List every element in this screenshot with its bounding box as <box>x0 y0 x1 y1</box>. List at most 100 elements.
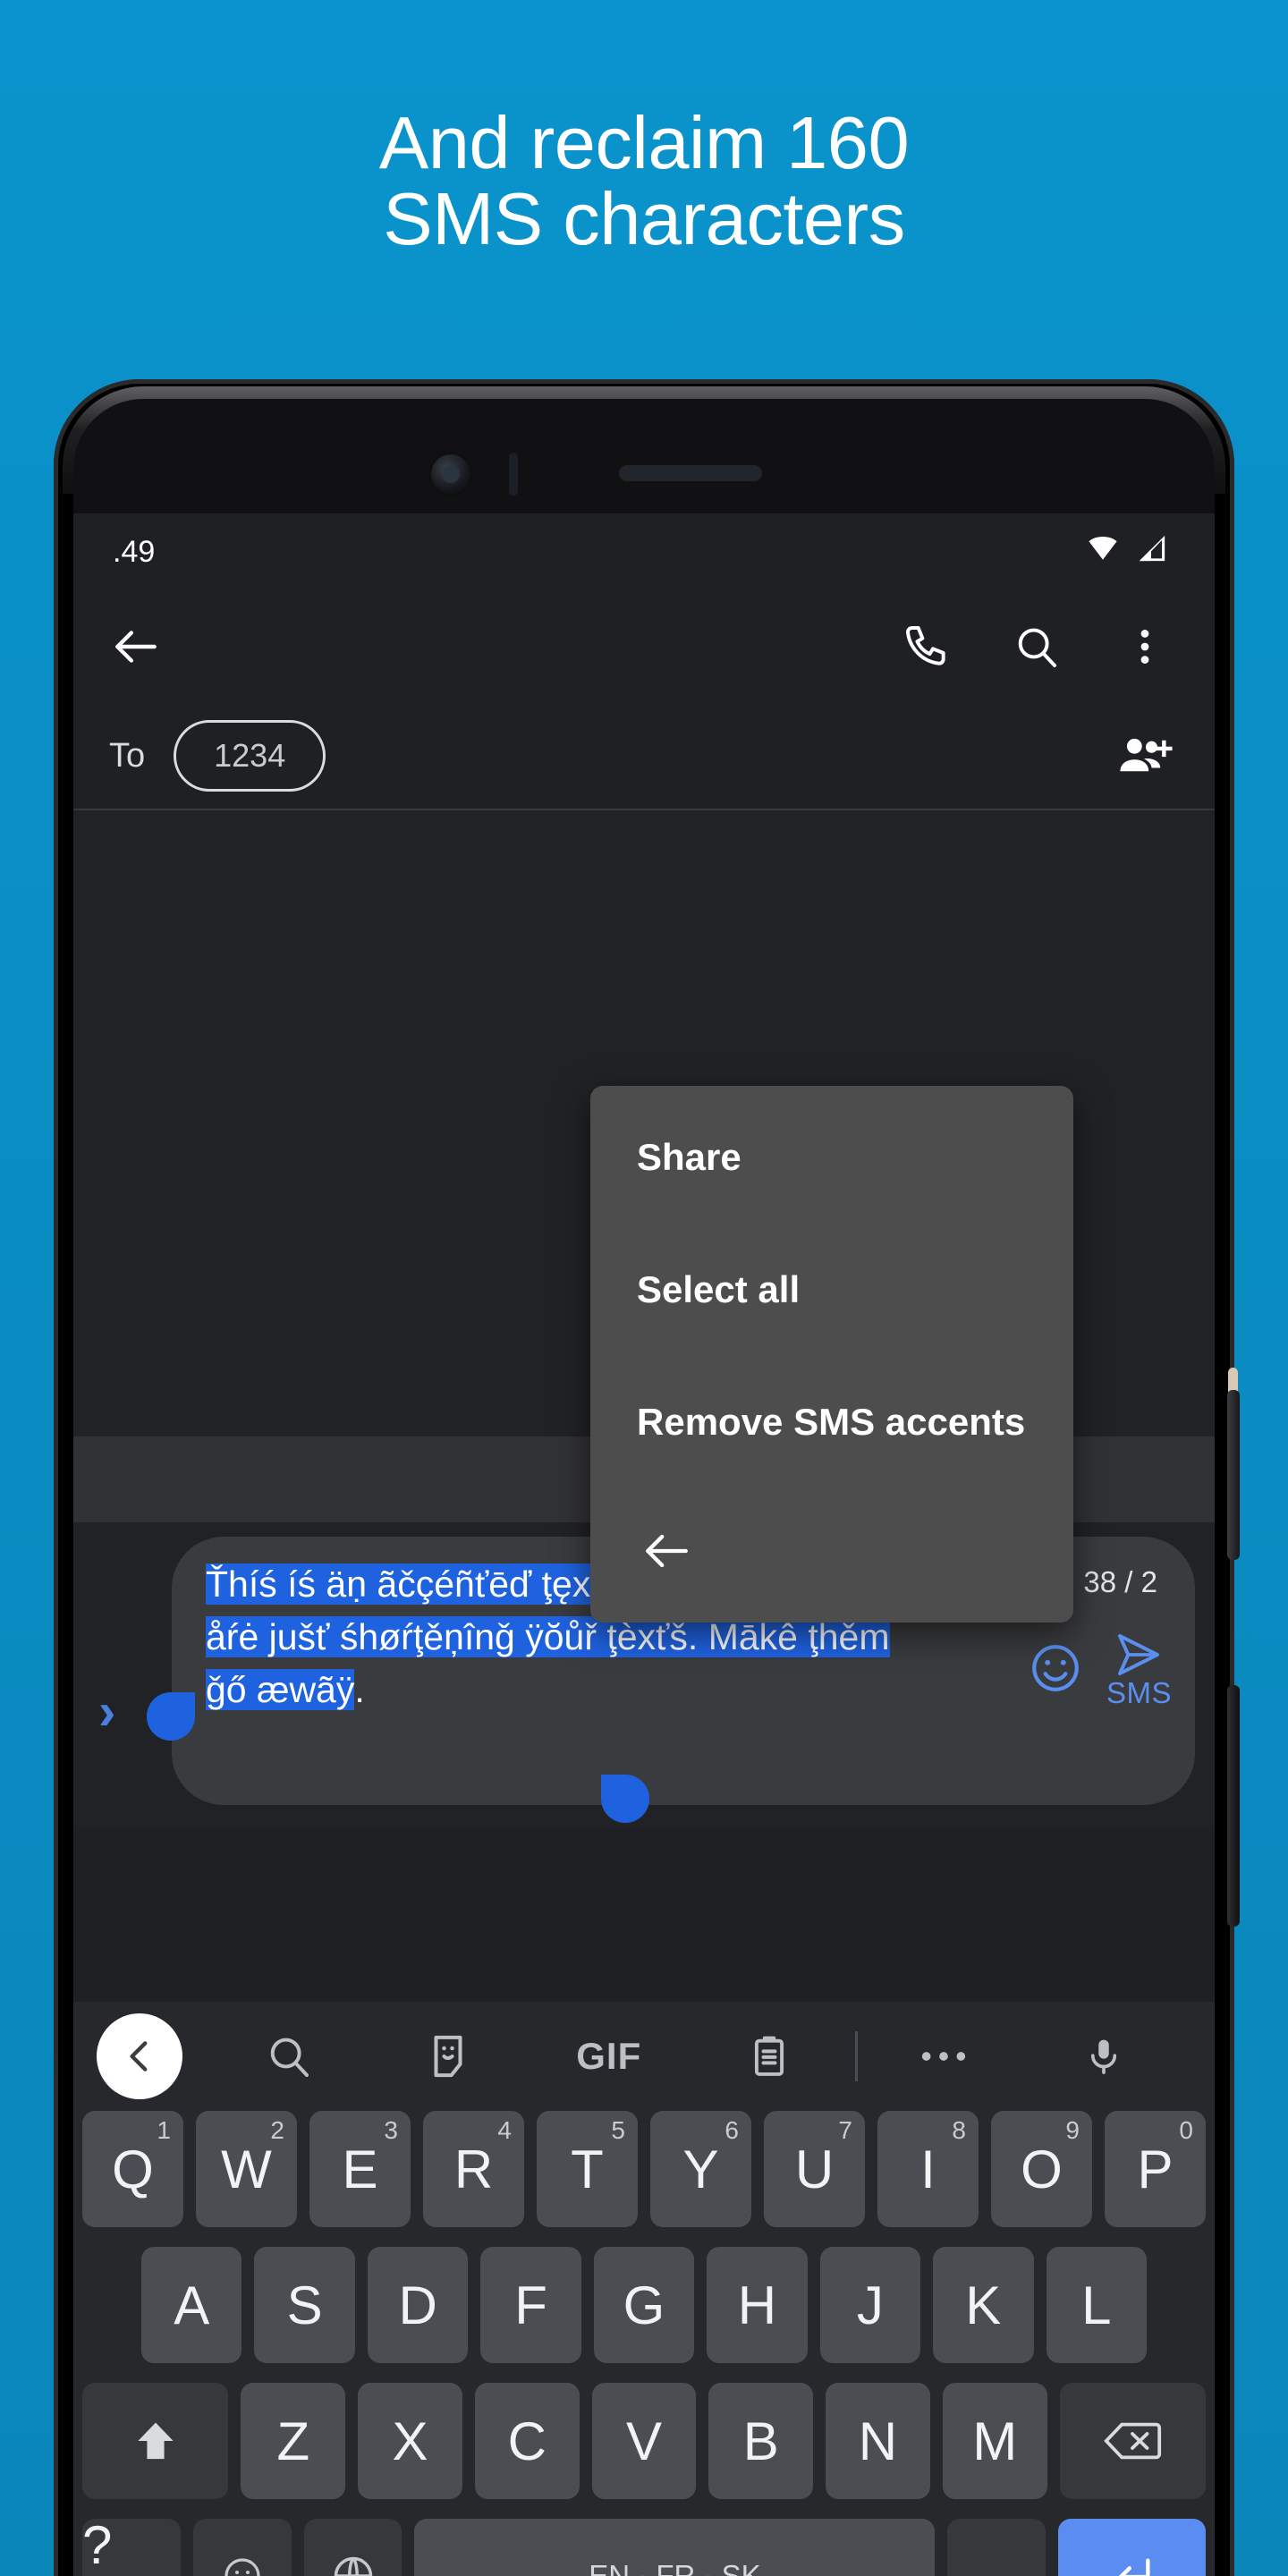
key-number-hint: 2 <box>270 2116 284 2144</box>
key-r[interactable]: 4R <box>423 2111 524 2227</box>
key-label: E <box>342 2139 378 2199</box>
key-label: U <box>794 2139 835 2199</box>
key-o[interactable]: 9O <box>991 2111 1092 2227</box>
key-a[interactable]: A <box>141 2247 242 2363</box>
key-number-hint: 3 <box>384 2116 398 2144</box>
key-z[interactable]: Z <box>241 2383 346 2499</box>
key-s[interactable]: S <box>254 2247 355 2363</box>
emoji-smile-icon[interactable] <box>192 2519 292 2576</box>
key-label: R <box>453 2139 494 2199</box>
keyboard-row-1: 1Q2W3E4R5T6Y7U8I9O0P <box>73 2111 1215 2247</box>
more-horizontal-icon[interactable] <box>863 2043 1024 2070</box>
character-counter: 38 / 2 <box>1083 1565 1157 1598</box>
enter-icon[interactable] <box>1058 2519 1206 2576</box>
search-icon[interactable] <box>208 2031 369 2081</box>
message-tail: . <box>354 1669 365 1710</box>
more-vertical-icon[interactable] <box>1114 616 1175 677</box>
backspace-icon[interactable] <box>1059 2383 1206 2499</box>
key-label: Y <box>682 2139 719 2199</box>
app-bar-actions <box>896 616 1175 677</box>
key-w[interactable]: 2W <box>196 2111 297 2227</box>
phone-bezel: . 4 9 To 1234 › Ťhíś íś äṇ ãčçéñťēď ţęxť w… <box>73 399 1215 2576</box>
key-label: O <box>1021 2139 1063 2199</box>
search-icon[interactable] <box>1005 616 1066 677</box>
add-people-icon[interactable] <box>1114 725 1175 786</box>
front-camera-lens-icon <box>442 465 460 483</box>
key-h[interactable]: H <box>707 2247 808 2363</box>
key-label: W <box>221 2139 272 2199</box>
key-l[interactable]: L <box>1046 2247 1147 2363</box>
key-j[interactable]: J <box>819 2247 921 2363</box>
key-e[interactable]: 3E <box>309 2111 411 2227</box>
key-k[interactable]: K <box>933 2247 1034 2363</box>
keyboard-row-4: ?123 EN · FR · SK. <box>73 2515 1215 2576</box>
key-label: I <box>920 2139 936 2199</box>
key-label: T <box>571 2139 604 2199</box>
key-n[interactable]: N <box>826 2383 930 2499</box>
period-key[interactable]: . <box>947 2519 1046 2576</box>
gif-label: GIF <box>576 2035 642 2077</box>
status-bar: .49 <box>73 513 1215 590</box>
key-q[interactable]: 1Q <box>82 2111 183 2227</box>
page-title: And reclaim 160 SMS characters <box>378 101 910 260</box>
key-number-hint: 0 <box>1179 2116 1193 2144</box>
recipient-row: To 1234 <box>73 703 1215 810</box>
microphone-icon[interactable] <box>1024 2030 1185 2082</box>
side-button[interactable] <box>1227 1685 1240 1927</box>
compose-buttons: SMS <box>1028 1630 1172 1710</box>
key-b[interactable]: B <box>708 2383 814 2499</box>
key-f[interactable]: F <box>480 2247 581 2363</box>
menu-back-icon[interactable] <box>637 1525 696 1581</box>
phone-icon[interactable] <box>896 616 957 677</box>
key-t[interactable]: 5T <box>537 2111 638 2227</box>
clipboard-icon[interactable] <box>690 2030 851 2082</box>
menu-item-share[interactable]: Share <box>590 1136 1073 1268</box>
key-p[interactable]: 0P <box>1105 2111 1206 2227</box>
key-v[interactable]: V <box>591 2383 697 2499</box>
key-number-hint: 8 <box>952 2116 966 2144</box>
earpiece-speaker <box>619 465 762 481</box>
key-d[interactable]: D <box>367 2247 469 2363</box>
key-number-hint: 9 <box>1065 2116 1080 2144</box>
selection-handle-start[interactable] <box>147 1692 195 1741</box>
key-m[interactable]: M <box>942 2383 1047 2499</box>
keyboard-toolbar: GIF <box>73 2002 1215 2111</box>
kb-back-icon[interactable] <box>97 2013 182 2099</box>
key-g[interactable]: G <box>593 2247 695 2363</box>
key-c[interactable]: C <box>474 2383 580 2499</box>
send-button[interactable]: SMS <box>1106 1630 1172 1710</box>
emoji-icon[interactable] <box>1028 1640 1083 1700</box>
symbols-key[interactable]: ?123 <box>82 2515 181 2576</box>
send-label: SMS <box>1106 1676 1172 1709</box>
selection-handle-end[interactable] <box>601 1775 649 1823</box>
on-screen-keyboard: GIF 1Q2W3E4R5T6Y7U8I9O0P A S D F G H J K… <box>73 2002 1215 2576</box>
proximity-sensor-icon <box>509 453 518 496</box>
key-x[interactable]: X <box>358 2383 462 2499</box>
back-arrow-icon[interactable] <box>106 616 166 677</box>
gif-icon[interactable]: GIF <box>529 2035 690 2078</box>
key-i[interactable]: 8I <box>877 2111 979 2227</box>
spacebar[interactable]: EN · FR · SK <box>414 2519 936 2576</box>
key-number-hint: 4 <box>497 2116 512 2144</box>
status-time: .49 <box>113 534 156 569</box>
app-bar <box>73 590 1215 703</box>
globe-icon[interactable] <box>303 2519 402 2576</box>
wifi-icon <box>1084 533 1122 572</box>
signal-icon <box>1134 533 1170 572</box>
menu-item-remove-sms-accents[interactable]: Remove SMS accents <box>590 1401 1073 1533</box>
key-label: Q <box>112 2139 154 2199</box>
key-y[interactable]: 6Y <box>650 2111 751 2227</box>
sticker-icon[interactable] <box>369 2031 530 2081</box>
promo-screenshot: And reclaim 160 SMS characters . 4 9 To 12… <box>0 0 1288 2576</box>
recipient-chip[interactable]: 1234 <box>174 720 326 792</box>
chevron-right-icon[interactable]: › <box>98 1682 115 1741</box>
to-label: To <box>109 736 146 775</box>
volume-button[interactable] <box>1227 1390 1240 1560</box>
shift-up-icon[interactable] <box>82 2383 229 2499</box>
key-number-hint: 7 <box>838 2116 852 2144</box>
key-number-hint: 1 <box>157 2116 171 2144</box>
keyboard-row-3: ZXCVBNM <box>73 2383 1215 2519</box>
menu-item-select-all[interactable]: Select all <box>590 1268 1073 1401</box>
context-menu: Share Select all Remove SMS accents <box>590 1086 1073 1623</box>
key-u[interactable]: 7U <box>764 2111 865 2227</box>
